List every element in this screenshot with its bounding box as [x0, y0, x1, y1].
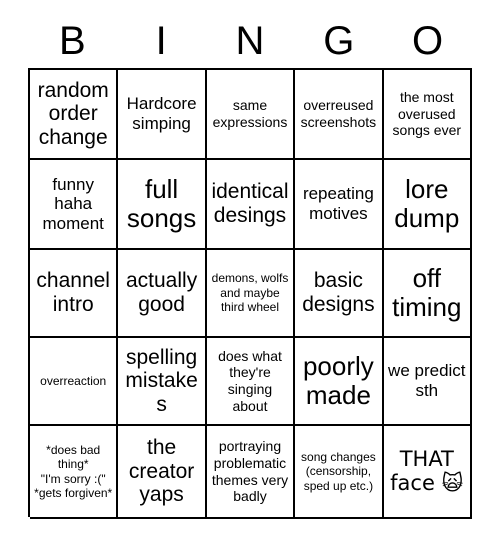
bingo-cell[interactable]: same expressions: [206, 70, 296, 160]
bingo-cell-label: lore dump: [394, 174, 460, 233]
bingo-cell-label: the creator yaps: [128, 436, 195, 507]
bingo-cell[interactable]: funny haha moment: [30, 160, 119, 250]
bingo-cell-label: portraying problematic themes very badly: [211, 438, 289, 505]
bingo-cell[interactable]: we predict sth: [383, 338, 472, 426]
bingo-cell[interactable]: portraying problematic themes very badly: [206, 426, 296, 519]
bingo-cell[interactable]: overreused screenshots: [295, 70, 384, 160]
bingo-cell-label: we predict sth: [388, 361, 466, 400]
bingo-cell[interactable]: lore dump: [383, 160, 472, 250]
bingo-grid: random order change Hardcore simping same …: [28, 68, 472, 519]
bingo-cell[interactable]: spelling mistakes: [118, 338, 207, 426]
bingo-cell-label: same expressions: [212, 97, 288, 130]
bingo-cell[interactable]: identical desings: [206, 160, 296, 250]
bingo-cell[interactable]: *does bad thing* "I'm sorry :(" *gets fo…: [30, 426, 119, 519]
bingo-cell[interactable]: basic designs: [295, 250, 384, 338]
bingo-cell[interactable]: the creator yaps: [118, 426, 207, 519]
bingo-cell-label: overreused screenshots: [300, 97, 377, 130]
header-letter-g: G: [323, 19, 355, 63]
bingo-cell[interactable]: repeating motives: [295, 160, 384, 250]
header-letter-i: I: [155, 19, 167, 63]
bingo-cell[interactable]: random order change: [30, 70, 119, 160]
bingo-cell-label: channel intro: [36, 269, 110, 316]
bingo-cell[interactable]: off timing: [383, 250, 472, 338]
bingo-cell-label: basic designs: [302, 269, 375, 316]
bingo-cell[interactable]: poorly made: [295, 338, 384, 426]
bingo-cell-label: repeating motives: [302, 184, 374, 223]
bingo-cell-label: overreaction: [40, 373, 107, 388]
bingo-cell[interactable]: does what they're singing about: [206, 338, 296, 426]
bingo-cell-label: full songs: [126, 174, 197, 233]
bingo-cell[interactable]: song changes (censorship, sped up etc.): [295, 426, 384, 519]
bingo-cell-label: spelling mistakes: [125, 345, 198, 416]
bingo-cell-label: off timing: [392, 263, 462, 322]
bingo-cell-label: Hardcore simping: [126, 94, 197, 133]
header-letter-b: B: [59, 19, 86, 63]
bingo-cell[interactable]: channel intro: [30, 250, 119, 338]
bingo-cell[interactable]: full songs: [118, 160, 207, 250]
bingo-cell[interactable]: THAT face 🙀: [383, 426, 472, 519]
bingo-cell-label: does what they're singing about: [218, 347, 282, 414]
bingo-cell[interactable]: the most overused songs ever: [383, 70, 472, 160]
bingo-cell-label: poorly made: [302, 351, 374, 410]
bingo-cell[interactable]: overreaction: [30, 338, 119, 426]
bingo-cell[interactable]: demons, wolfs and maybe third wheel: [206, 250, 296, 338]
bingo-cell-label: THAT face 🙀: [390, 446, 464, 495]
header-letter-o: O: [412, 19, 444, 63]
bingo-cell-label: funny haha moment: [42, 174, 104, 233]
bingo-cell-label: random order change: [37, 78, 109, 149]
bingo-cell-label: *does bad thing* "I'm sorry :(" *gets fo…: [34, 442, 113, 500]
header-letter-n: N: [235, 19, 265, 63]
bingo-cell-label: song changes (censorship, sped up etc.): [301, 449, 376, 493]
bingo-cell[interactable]: actually good: [118, 250, 207, 338]
bingo-cell-label: actually good: [125, 269, 198, 316]
bingo-cell[interactable]: Hardcore simping: [118, 70, 207, 160]
bingo-cell-label: the most overused songs ever: [392, 89, 462, 139]
bingo-card: B I N G O random order change Hardcore si…: [0, 0, 500, 544]
bingo-header: B I N G O: [28, 14, 472, 68]
bingo-cell-label: identical desings: [211, 180, 289, 227]
bingo-cell-label: demons, wolfs and maybe third wheel: [211, 271, 289, 315]
